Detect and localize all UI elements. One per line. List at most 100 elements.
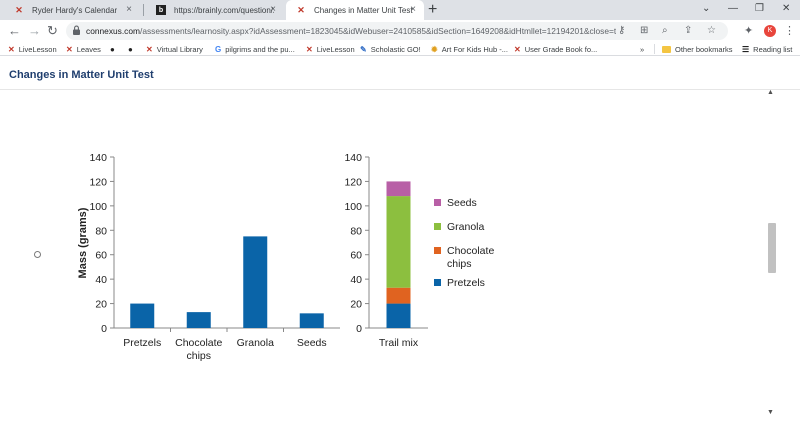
github-icon: ● xyxy=(110,44,115,54)
reading-list-label: Reading list xyxy=(753,44,793,54)
legend-swatch xyxy=(434,247,441,254)
y-tick-label: 100 xyxy=(344,201,362,213)
google-icon: G xyxy=(215,44,222,54)
tab-title: https://brainly.com/question/26( xyxy=(174,5,274,15)
url-text[interactable]: connexus.com/assessments/learnosity.aspx… xyxy=(86,25,616,37)
bar-granola xyxy=(243,236,268,328)
y-tick-label: 60 xyxy=(350,250,362,262)
connexus-icon: ✕ xyxy=(297,4,305,15)
legend-label: chips xyxy=(447,258,472,270)
art-icon: ✹ xyxy=(431,44,438,54)
key-icon[interactable]: ⚷ xyxy=(618,25,625,37)
overflow-label: » xyxy=(640,44,645,54)
stack-segment-chocolate-chips xyxy=(386,287,411,304)
tab-calendar[interactable]: ✕ Ryder Hardy's Calendar × xyxy=(4,0,140,20)
y-tick-label: 0 xyxy=(101,323,107,335)
x-tick-label: Trail mix xyxy=(379,337,419,349)
bookmark-label: LiveLesson xyxy=(316,44,355,54)
y-axis-title: Mass (grams) xyxy=(77,207,89,278)
lock-icon xyxy=(73,25,80,35)
bookmark-label: Art For Kids Hub -... xyxy=(441,44,508,54)
window-close-icon[interactable]: ✕ xyxy=(782,2,790,16)
url-host: connexus.com xyxy=(86,26,140,36)
stack-segment-seeds xyxy=(386,181,411,197)
reload-icon[interactable]: ↻ xyxy=(47,23,58,39)
y-tick-label: 60 xyxy=(95,250,107,262)
reading-list-button[interactable]: ☰ Reading list xyxy=(742,43,792,55)
y-tick-label: 80 xyxy=(95,225,107,237)
bookmark-label: pilgrims and the pu... xyxy=(225,44,295,54)
x-tick-label: Pretzels xyxy=(123,337,161,349)
legend-swatch xyxy=(434,279,441,286)
new-tab-button[interactable]: + xyxy=(428,1,437,19)
tab-brainly[interactable]: b https://brainly.com/question/26( × xyxy=(146,0,284,20)
reading-list-icon: ☰ xyxy=(742,44,750,54)
translate-icon[interactable]: ⊞ xyxy=(640,25,648,37)
bookmark-label: LiveLesson xyxy=(18,44,57,54)
tab-search-icon[interactable]: ⌄ xyxy=(702,2,710,16)
tab-divider xyxy=(143,4,144,16)
y-tick-label: 140 xyxy=(344,152,362,164)
connexus-icon: ✕ xyxy=(8,44,15,54)
x-tick-label: Chocolate xyxy=(175,337,222,349)
connexus-icon: ✕ xyxy=(66,44,73,54)
bookmark-livelesson[interactable]: ✕ LiveLesson xyxy=(8,43,57,55)
y-tick-label: 140 xyxy=(89,152,107,164)
back-icon[interactable]: ← xyxy=(8,23,21,39)
bookmark-grade-book[interactable]: ✕ User Grade Book fo... xyxy=(514,43,597,55)
y-tick-label: 40 xyxy=(350,274,362,286)
url-path: /assessments/learnosity.aspx?idAssessmen… xyxy=(140,26,616,36)
share-icon[interactable]: ⇪ xyxy=(684,25,692,37)
y-tick-label: 20 xyxy=(95,299,107,311)
bookmarks-bar: ✕ LiveLesson ✕ Leaves ● ● ✕ Virtual Library… xyxy=(0,42,800,56)
bookmark-label: Scholastic GO! xyxy=(370,44,421,54)
folder-icon xyxy=(662,45,671,53)
bookmark-pilgrims[interactable]: Gpilgrims and the pu... xyxy=(215,43,295,55)
bookmark-label: Virtual Library xyxy=(156,44,203,54)
legend-label: Pretzels xyxy=(447,277,485,289)
bookmarks-divider xyxy=(654,44,655,54)
close-icon[interactable]: × xyxy=(126,4,132,16)
bookmark-star-icon[interactable]: ☆ xyxy=(707,25,716,37)
menu-icon[interactable]: ⋮ xyxy=(784,24,795,38)
other-bookmarks-folder[interactable]: Other bookmarks xyxy=(662,43,733,55)
zoom-icon[interactable]: ⌕ xyxy=(662,25,668,37)
tab-unit-test[interactable]: ✕ Changes in Matter Unit Test × xyxy=(286,0,424,20)
legend-label: Chocolate xyxy=(447,245,494,257)
y-tick-label: 20 xyxy=(350,299,362,311)
bookmark-scholastic[interactable]: ✎ Scholastic GO! xyxy=(360,43,421,55)
bar-chocolate-chips xyxy=(186,312,211,328)
profile-avatar[interactable]: K xyxy=(764,25,776,37)
stack-segment-pretzels xyxy=(386,303,411,328)
connexus-icon: ✕ xyxy=(146,44,153,54)
close-icon[interactable]: × xyxy=(410,4,416,16)
bookmark-leaves[interactable]: ✕ Leaves xyxy=(66,43,101,55)
connexus-icon: ✕ xyxy=(306,44,313,54)
bookmark-virtual-library[interactable]: ✕ Virtual Library xyxy=(146,43,203,55)
connexus-icon: ✕ xyxy=(514,44,521,54)
bookmarks-overflow-button[interactable]: » xyxy=(640,43,644,55)
y-tick-label: 100 xyxy=(89,201,107,213)
stack-segment-granola xyxy=(386,196,411,288)
legend-swatch xyxy=(434,223,441,230)
legend-label: Seeds xyxy=(447,197,477,209)
forward-icon[interactable]: → xyxy=(28,23,41,39)
tab-title: Changes in Matter Unit Test xyxy=(314,5,413,15)
maximize-icon[interactable]: ❐ xyxy=(755,2,764,16)
x-tick-label: chips xyxy=(186,350,211,362)
bookmark-github-1[interactable]: ● xyxy=(110,43,119,55)
browser-toolbar: ← → ↻ connexus.com/assessments/learnosit… xyxy=(0,20,800,42)
close-icon[interactable]: × xyxy=(270,4,276,16)
bookmark-github-2[interactable]: ● xyxy=(128,43,137,55)
bookmark-livelesson-2[interactable]: ✕ LiveLesson xyxy=(306,43,355,55)
other-bookmarks-label: Other bookmarks xyxy=(675,44,733,54)
bookmark-art-for-kids[interactable]: ✹ Art For Kids Hub -... xyxy=(431,43,508,55)
bookmark-label: User Grade Book fo... xyxy=(524,44,598,54)
bar-pretzels xyxy=(130,303,155,328)
brainly-icon: b xyxy=(156,5,166,15)
address-bar[interactable]: connexus.com/assessments/learnosity.aspx… xyxy=(66,22,728,40)
y-tick-label: 40 xyxy=(95,274,107,286)
extensions-icon[interactable]: ✦ xyxy=(744,24,753,38)
tab-strip: ✕ Ryder Hardy's Calendar × b https://bra… xyxy=(0,0,800,20)
minimize-icon[interactable]: — xyxy=(728,2,738,16)
